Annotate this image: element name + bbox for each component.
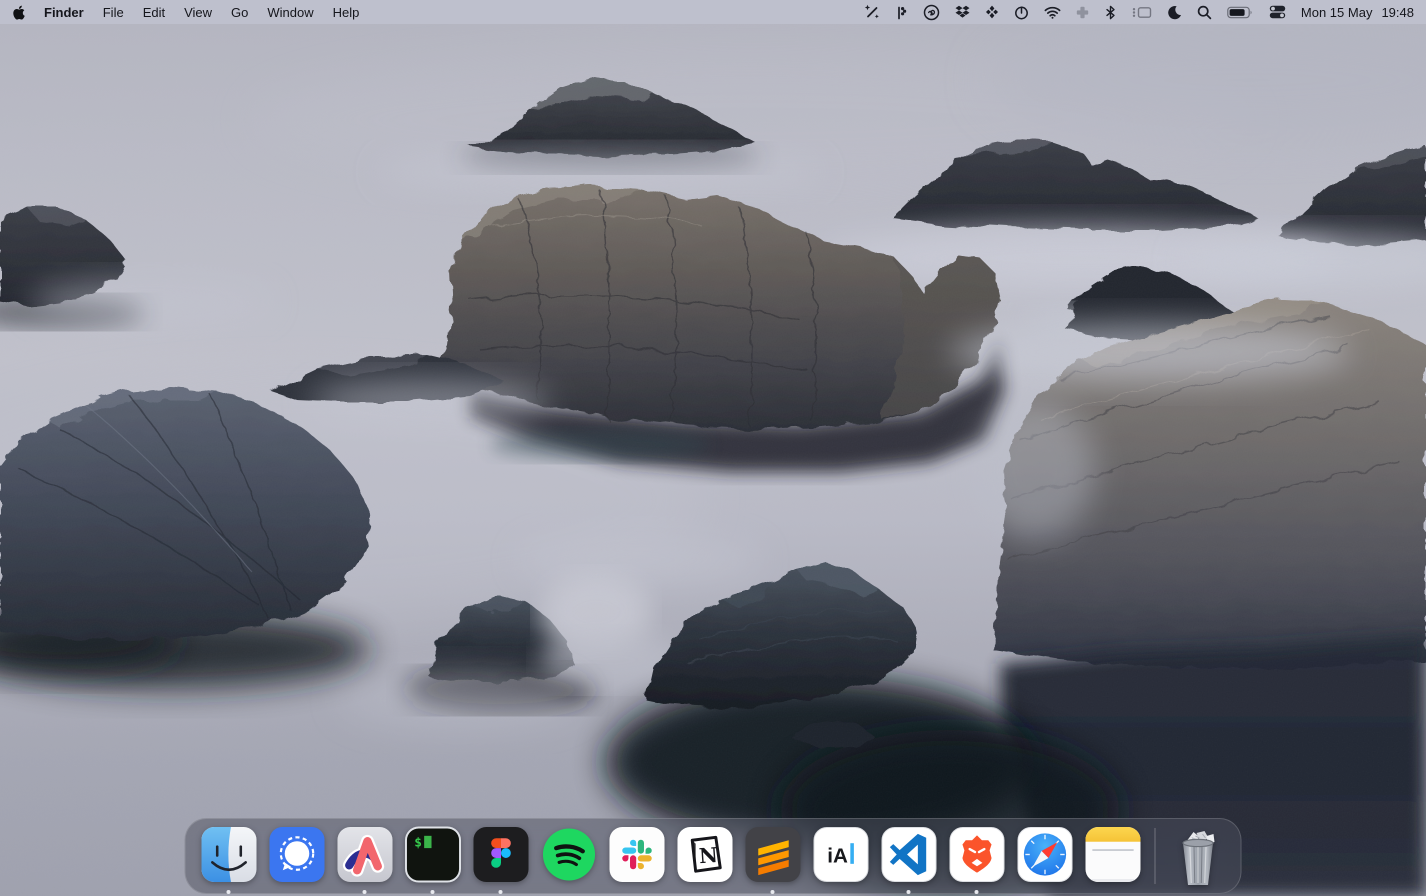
dock-item-ia-writer[interactable]: iA xyxy=(812,826,869,895)
dock-item-figma[interactable] xyxy=(472,826,529,895)
menu-bar: Finder File Edit View Go Window Help xyxy=(0,0,1426,24)
dock: $ xyxy=(185,818,1242,894)
dock-item-sublime-text[interactable] xyxy=(744,826,801,895)
battery-icon[interactable] xyxy=(1227,0,1254,24)
diamond-cluster-icon[interactable] xyxy=(985,0,999,24)
hidden-bar-icon[interactable] xyxy=(1132,0,1152,24)
dropbox-icon[interactable] xyxy=(955,0,970,24)
dock-item-brave[interactable] xyxy=(948,826,1005,895)
bluetooth-icon[interactable] xyxy=(1104,0,1117,24)
svg-text:N: N xyxy=(698,843,719,868)
dock-item-arc[interactable] xyxy=(336,826,393,895)
running-indicator xyxy=(363,890,367,894)
menubar-date: Mon 15 May xyxy=(1301,5,1373,20)
wifi-icon[interactable] xyxy=(1044,0,1061,24)
dock-divider xyxy=(1155,828,1156,884)
plus-cross-icon[interactable] xyxy=(1076,0,1089,24)
dock-item-safari[interactable] xyxy=(1016,826,1073,895)
dock-item-notes[interactable] xyxy=(1084,826,1141,895)
dock-item-trash[interactable] xyxy=(1169,823,1226,892)
menu-go[interactable]: Go xyxy=(231,5,248,20)
p-dots-icon[interactable] xyxy=(895,0,908,24)
dock-item-slack[interactable] xyxy=(608,826,665,895)
dock-item-terminal[interactable]: $ xyxy=(404,826,461,895)
power-circle-icon[interactable] xyxy=(1014,0,1029,24)
dock-item-notion[interactable]: N xyxy=(676,826,733,895)
running-indicator xyxy=(227,890,231,894)
dock-item-vscode[interactable] xyxy=(880,826,937,895)
dock-item-finder[interactable] xyxy=(200,826,257,895)
running-indicator xyxy=(431,890,435,894)
menubar-time: 19:48 xyxy=(1381,5,1414,20)
menu-edit[interactable]: Edit xyxy=(143,5,165,20)
menu-view[interactable]: View xyxy=(184,5,212,20)
sparkle-wand-icon[interactable] xyxy=(864,0,880,24)
desktop-wallpaper xyxy=(0,0,1426,896)
spotlight-search-icon[interactable] xyxy=(1197,0,1212,24)
running-indicator xyxy=(499,890,503,894)
menubar-clock[interactable]: Mon 15 May 19:48 xyxy=(1301,5,1414,20)
svg-text:$: $ xyxy=(414,836,422,851)
svg-text:iA: iA xyxy=(827,844,848,867)
running-indicator xyxy=(907,890,911,894)
menu-file[interactable]: File xyxy=(103,5,124,20)
control-center-icon[interactable] xyxy=(1269,0,1286,24)
active-app-menu[interactable]: Finder xyxy=(44,5,84,20)
dock-item-spotify[interactable] xyxy=(540,826,597,895)
menu-window[interactable]: Window xyxy=(267,5,313,20)
dock-item-signal[interactable] xyxy=(268,826,325,895)
menu-help[interactable]: Help xyxy=(333,5,360,20)
apple-menu-icon[interactable] xyxy=(12,4,26,20)
adobe-creative-cloud-icon[interactable] xyxy=(923,0,940,24)
running-indicator xyxy=(975,890,979,894)
focus-moon-icon[interactable] xyxy=(1167,0,1182,24)
running-indicator xyxy=(771,890,775,894)
macos-desktop: Finder File Edit View Go Window Help xyxy=(0,0,1426,896)
